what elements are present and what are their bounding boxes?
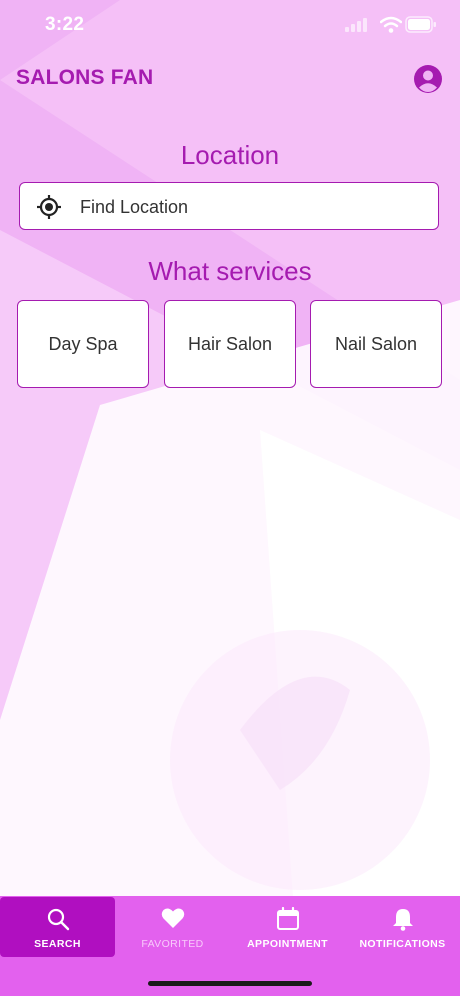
heart-icon [115,907,230,931]
tab-notifications[interactable]: NOTIFICATIONS [345,897,460,957]
cellular-signal-icon [345,18,371,37]
status-bar: 3:22 [0,0,460,52]
location-heading: Location [180,140,280,170]
tab-notifications-label: NOTIFICATIONS [359,938,446,950]
battery-icon [405,16,437,39]
gps-target-icon [36,194,62,220]
tab-search-label: SEARCH [34,938,81,950]
bell-icon [345,907,460,931]
tab-appointment[interactable]: APPOINTMENT [230,897,345,957]
home-indicator [148,981,312,986]
tab-favorited[interactable]: FAVORITED [115,897,230,957]
services-grid: Day Spa Hair Salon Nail Salon [17,300,443,388]
app-title: SALONS FAN [16,66,154,89]
services-heading: What services [148,256,312,286]
service-day-spa-button[interactable]: Day Spa [17,300,149,388]
service-nail-salon-button[interactable]: Nail Salon [310,300,442,388]
service-hair-salon-button[interactable]: Hair Salon [164,300,296,388]
status-time: 3:22 [45,14,85,35]
find-location-label: Find Location [80,197,189,217]
search-icon [0,907,115,931]
tab-favorited-label: FAVORITED [141,938,204,950]
tab-appointment-label: APPOINTMENT [247,938,328,950]
account-circle-icon[interactable] [413,64,443,94]
app-header: SALONS FAN [0,56,460,100]
tab-search[interactable]: SEARCH [0,897,115,957]
calendar-icon [230,907,345,931]
find-location-button[interactable]: Find Location [19,182,439,230]
wifi-icon [379,16,403,39]
